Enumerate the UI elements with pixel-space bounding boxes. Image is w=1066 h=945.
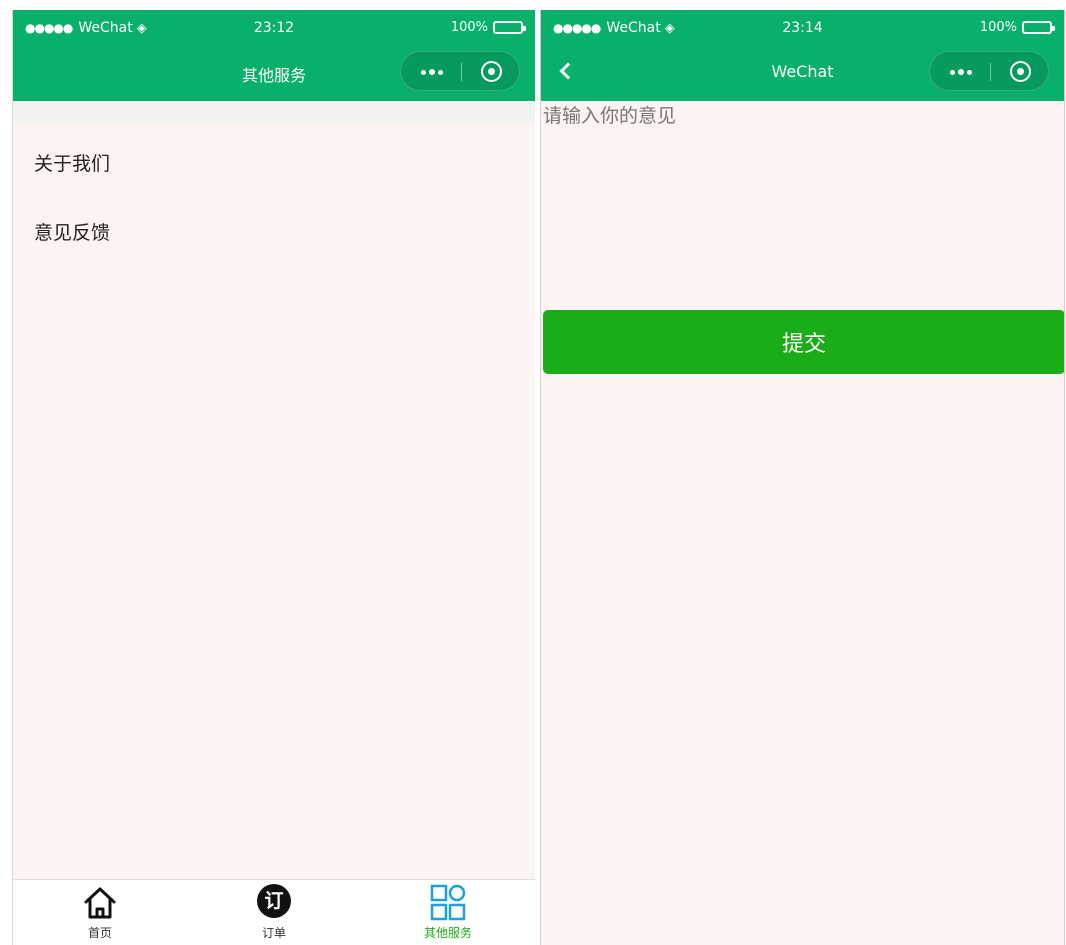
mini-program-capsule (400, 51, 520, 91)
battery-percent: 100% (450, 20, 488, 35)
battery-percent: 100% (979, 20, 1017, 35)
tab-other-services-label: 其他服务 (423, 926, 472, 940)
navigation-bar: ●●●●● WeChat ◈ 23:12 100% 其他服务 (13, 10, 535, 101)
close-mini-program-button[interactable] (990, 52, 1050, 92)
more-dots-icon (950, 70, 955, 75)
feedback-textarea[interactable] (541, 101, 1064, 301)
tab-bar: 首页 订 订单 其他服务 (13, 879, 535, 945)
navigation-bar: ●●●●● WeChat ◈ 23:14 100% WeChat (541, 10, 1064, 101)
more-dots-icon (421, 70, 426, 75)
feedback-item[interactable]: 意见反馈 (34, 218, 110, 245)
status-bar: ●●●●● WeChat ◈ 23:14 100% (541, 10, 1064, 46)
tab-orders-label: 订单 (261, 926, 286, 940)
tab-other-services[interactable]: 其他服务 (361, 880, 535, 945)
status-bar: ●●●●● WeChat ◈ 23:12 100% (13, 10, 535, 46)
order-icon: 订 (257, 884, 291, 918)
tab-orders[interactable]: 订 订单 (187, 880, 361, 945)
feedback-screen: ●●●●● WeChat ◈ 23:14 100% WeChat 请输入你的意见… (540, 10, 1065, 945)
tab-home[interactable]: 首页 (13, 880, 187, 945)
battery-icon (1022, 21, 1055, 34)
more-options-button[interactable] (930, 52, 990, 92)
home-icon (84, 887, 116, 919)
battery-icon (493, 21, 526, 34)
about-us-item[interactable]: 关于我们 (34, 149, 110, 176)
tab-home-label: 首页 (87, 926, 112, 940)
close-mini-program-button[interactable] (461, 52, 521, 92)
header-spacer (13, 101, 535, 123)
submit-button[interactable]: 提交 (543, 310, 1064, 374)
more-options-button[interactable] (401, 52, 461, 92)
grid-icon (430, 884, 466, 921)
mini-program-capsule (929, 51, 1049, 91)
services-screen: ●●●●● WeChat ◈ 23:12 100% 其他服务 关于我们 意见反馈… (12, 10, 535, 945)
